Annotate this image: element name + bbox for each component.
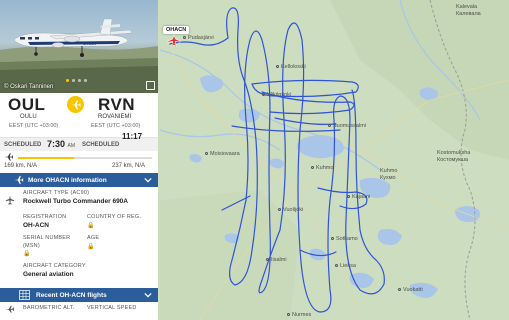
registration-label: REGISTRATION: [23, 214, 67, 220]
distance-remaining: 237 km, N/A: [112, 163, 146, 169]
place-label: Kellokoski: [276, 64, 306, 71]
aircraft-type-icon: [5, 195, 15, 205]
carousel-dot[interactable]: [66, 79, 69, 82]
aircraft-photo[interactable]: OH-ACN © Oskari Tanninen: [0, 0, 158, 93]
age-locked-icon: 🔒: [87, 244, 95, 250]
photo-credit[interactable]: © Oskari Tanninen: [4, 84, 53, 90]
place-label: Vuokatti: [398, 287, 423, 294]
recent-flights-label[interactable]: Recent OH-ACN flights: [36, 292, 107, 299]
aircraft-category-value: General aviation: [23, 271, 74, 278]
registration-value[interactable]: OH-ACN: [23, 222, 49, 229]
plane-badge: [67, 96, 84, 113]
place-label: Kuhmo: [311, 165, 333, 172]
carousel-dot[interactable]: [84, 79, 87, 82]
altitude-row: BAROMETRIC ALT. VERTICAL SPEED: [0, 302, 158, 315]
place-label: Kostomuksha Костомукша: [437, 150, 471, 163]
origin-code[interactable]: OUL: [8, 95, 45, 115]
carousel-dot[interactable]: [78, 79, 81, 82]
country-locked-icon: 🔒: [87, 223, 95, 229]
route-header: OUL OULU EEST (UTC +03:00) RVN ROVANIEMI…: [0, 93, 158, 137]
departure-scheduled-label: SCHEDULED: [4, 142, 42, 148]
photo-carousel-dots[interactable]: [66, 79, 87, 82]
calendar-grid-icon: [19, 290, 30, 300]
place-label: Iisalmi: [266, 257, 287, 264]
serial-number-label: SERIAL NUMBER: [23, 235, 71, 241]
destination-city: ROVANIEMI: [98, 114, 132, 120]
place-label: Ylikiiminki: [262, 92, 291, 99]
map-callsign-label[interactable]: OHACN: [163, 26, 190, 34]
country-of-reg-label: COUNTRY OF REG.: [87, 214, 142, 220]
progress-plane-icon: [4, 153, 14, 161]
place-label: Suomussalmi: [328, 123, 366, 130]
destination-code[interactable]: RVN: [98, 95, 135, 115]
origin-city: OULU: [20, 114, 37, 120]
carousel-dot[interactable]: [72, 79, 75, 82]
arrival-scheduled-label: SCHEDULED: [82, 142, 120, 148]
aircraft-type-label: AIRCRAFT TYPE (AC90): [23, 190, 90, 196]
aircraft-details: AIRCRAFT TYPE (AC90) Rockwell Turbo Comm…: [0, 187, 158, 288]
flight-progress: 169 km, N/A 237 km, N/A: [0, 151, 158, 173]
destination-timezone: EEST (UTC +03:00): [91, 123, 141, 129]
altitude-plane-icon: [5, 305, 15, 313]
place-label: Kajaani: [347, 194, 370, 201]
place-label: Lieksa: [335, 263, 356, 270]
more-info-bar[interactable]: More OHACN information: [0, 173, 158, 187]
plane-icon: [70, 100, 81, 110]
vertical-speed-label: VERTICAL SPEED: [87, 305, 137, 311]
aircraft-type-value[interactable]: Rockwell Turbo Commander 690A: [23, 198, 128, 205]
distance-flown: 169 km, N/A: [4, 163, 38, 169]
serial-number-label-msn: (MSN): [23, 243, 40, 249]
place-label: Moisiovaara: [205, 151, 240, 158]
aircraft-category-label: AIRCRAFT CATEGORY: [23, 263, 86, 269]
place-label: Kalevala Калевала: [456, 4, 481, 17]
chevron-down-icon[interactable]: [144, 291, 152, 299]
place-label: Kuhmo Кухмо: [380, 168, 398, 181]
aircraft-livery-registration: OH-ACN: [83, 42, 96, 46]
serial-locked-icon: 🔒: [23, 251, 31, 257]
more-info-label[interactable]: More OHACN information: [28, 177, 107, 184]
age-label: AGE: [87, 235, 100, 241]
schedule-row: SCHEDULED 7:30 AM SCHEDULED 11:17: [0, 132, 158, 151]
place-label: Sotkamo: [331, 236, 358, 243]
origin-timezone: EEST (UTC +03:00): [9, 123, 59, 129]
departure-scheduled-time: 7:30 AM: [47, 139, 76, 149]
recent-flights-bar[interactable]: Recent OH-ACN flights: [0, 288, 158, 302]
chevron-down-icon[interactable]: [144, 176, 152, 184]
arrival-scheduled-time: 11:17: [122, 132, 143, 141]
barometric-alt-label: BAROMETRIC ALT.: [23, 305, 75, 311]
place-label: Nurmes: [287, 312, 311, 319]
place-label: Pudasjärvi: [183, 35, 214, 42]
plane-info-icon: [14, 175, 24, 185]
flight-info-panel: OH-ACN © Oskari Tanninen OUL OULU EEST (…: [0, 0, 158, 320]
progress-track: [18, 157, 152, 159]
expand-photo-icon[interactable]: [146, 81, 155, 90]
progress-fill: [18, 157, 75, 159]
place-label: Vuolijoki: [278, 207, 303, 214]
